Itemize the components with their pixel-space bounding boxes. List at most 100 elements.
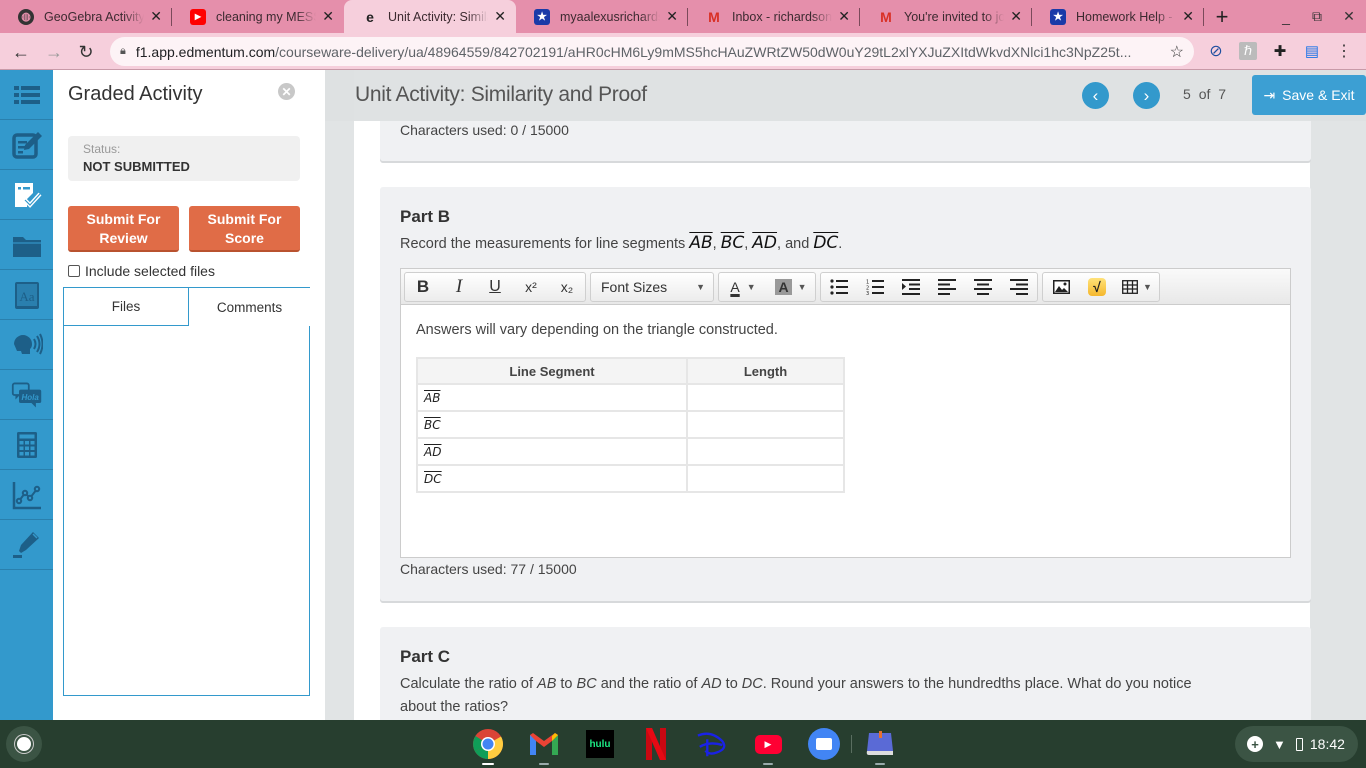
browser-tab[interactable]: ◍ GeoGebra Activity - ✕ bbox=[0, 0, 172, 33]
running-indicator bbox=[763, 763, 773, 765]
book-icon bbox=[866, 731, 893, 755]
close-tab-icon[interactable]: ✕ bbox=[150, 8, 162, 25]
launcher-button[interactable] bbox=[6, 726, 42, 762]
checkbox-icon[interactable] bbox=[68, 265, 80, 277]
segment-cell[interactable]: AB bbox=[416, 383, 688, 412]
format-group: B I U x² x₂ bbox=[404, 271, 586, 302]
rich-text-editor: B I U x² x₂ Font Sizes ▼ A ▼ A ▼ 123 √ ▼… bbox=[400, 268, 1291, 558]
bookmark-star-icon[interactable]: ☆ bbox=[1170, 42, 1184, 62]
save-and-exit-button[interactable]: ⇥ Save & Exit bbox=[1252, 75, 1366, 115]
status-tray[interactable]: + ▼ 18:42 bbox=[1235, 726, 1358, 762]
length-cell[interactable] bbox=[686, 437, 845, 466]
background-color-button[interactable]: A ▼ bbox=[767, 273, 815, 301]
star-shield-icon: ★ bbox=[1050, 8, 1066, 25]
add-circle-icon: + bbox=[1247, 736, 1263, 752]
cast-icon[interactable]: ▤ bbox=[1303, 42, 1321, 60]
align-left-button[interactable] bbox=[929, 273, 965, 301]
font-sizes-dropdown[interactable]: Font Sizes ▼ bbox=[591, 273, 713, 301]
browser-tab[interactable]: ★ myaalexusrichards ✕ bbox=[516, 0, 688, 33]
hulu-icon: hulu bbox=[586, 730, 614, 758]
table-header-row: Line Segment Length bbox=[416, 357, 845, 385]
close-window-icon[interactable]: ✕ bbox=[1332, 0, 1366, 33]
rail-files[interactable] bbox=[0, 220, 53, 270]
rail-graph[interactable] bbox=[0, 470, 53, 520]
length-cell[interactable] bbox=[686, 383, 845, 412]
rail-dictionary[interactable]: Aa bbox=[0, 270, 53, 320]
puzzle-icon[interactable]: ✚ bbox=[1271, 42, 1289, 60]
close-tab-icon[interactable]: ✕ bbox=[494, 8, 506, 25]
segment-cell[interactable]: DC bbox=[416, 464, 688, 493]
caret-down-icon: ▼ bbox=[746, 281, 756, 292]
rail-highlighter[interactable] bbox=[0, 520, 53, 570]
rail-notes[interactable] bbox=[0, 120, 53, 170]
segment-cell[interactable]: AD bbox=[416, 437, 688, 466]
numbered-list-icon: 123 bbox=[866, 279, 884, 295]
numbered-list-button[interactable]: 123 bbox=[857, 273, 893, 301]
rail-text-to-speech[interactable] bbox=[0, 320, 53, 370]
chrome-app[interactable] bbox=[472, 728, 504, 765]
indent-button[interactable] bbox=[893, 273, 929, 301]
align-center-button[interactable] bbox=[965, 273, 1001, 301]
next-page-button[interactable]: › bbox=[1133, 82, 1160, 109]
font-color-button[interactable]: A ▼ bbox=[719, 273, 767, 301]
submit-for-review-button[interactable]: Submit For Review bbox=[68, 206, 179, 252]
segment-bc: BC bbox=[720, 233, 745, 253]
length-cell[interactable] bbox=[686, 410, 845, 439]
close-tab-icon[interactable]: ✕ bbox=[838, 8, 850, 25]
url-input[interactable]: 🔒︎ f1.app.edmentum.com/courseware-delive… bbox=[110, 37, 1194, 66]
rail-graded-activity[interactable] bbox=[0, 170, 61, 220]
insert-table-button[interactable]: ▼ bbox=[1115, 273, 1159, 301]
disney-plus-app[interactable] bbox=[696, 728, 728, 760]
italic-button[interactable]: I bbox=[441, 273, 477, 301]
files-app[interactable] bbox=[808, 728, 840, 760]
browser-tab[interactable]: ▶ cleaning my MESSY ✕ bbox=[172, 0, 344, 33]
insert-equation-button[interactable]: √ bbox=[1079, 273, 1115, 301]
rail-calculator[interactable] bbox=[0, 420, 53, 470]
close-tab-icon[interactable]: ✕ bbox=[1182, 8, 1194, 25]
gmail-app[interactable] bbox=[528, 728, 560, 765]
caret-down-icon: ▼ bbox=[696, 281, 705, 292]
segment-cell[interactable]: BC bbox=[416, 410, 688, 439]
close-tab-icon[interactable]: ✕ bbox=[322, 8, 334, 25]
restore-icon[interactable]: ⧉ bbox=[1300, 0, 1334, 33]
forward-arrow-icon[interactable]: → bbox=[43, 41, 65, 63]
close-tab-icon[interactable]: ✕ bbox=[666, 8, 678, 25]
close-tab-icon[interactable]: ✕ bbox=[1010, 8, 1022, 25]
calculator-icon bbox=[16, 431, 37, 458]
globe-icon: ◍ bbox=[18, 8, 34, 25]
tab-comments[interactable]: Comments bbox=[189, 288, 310, 326]
netflix-app[interactable] bbox=[640, 728, 672, 760]
image-icon bbox=[1052, 279, 1070, 294]
underline-button[interactable]: U bbox=[477, 273, 513, 301]
bullet-list-button[interactable] bbox=[821, 273, 857, 301]
editor-content[interactable]: Answers will vary depending on the trian… bbox=[401, 305, 1290, 510]
reload-icon[interactable]: ↻ bbox=[75, 41, 97, 63]
rail-translate[interactable]: Hola bbox=[0, 370, 53, 420]
length-cell[interactable] bbox=[686, 464, 845, 493]
close-panel-icon[interactable]: ✕ bbox=[278, 83, 295, 100]
browser-tab-active[interactable]: e Unit Activity: Similarity ✕ bbox=[344, 0, 516, 33]
subscript-button[interactable]: x₂ bbox=[549, 273, 585, 301]
back-arrow-icon[interactable]: ← bbox=[10, 41, 32, 63]
comments-area[interactable] bbox=[64, 326, 309, 695]
new-tab-button[interactable]: + bbox=[1204, 0, 1240, 33]
superscript-button[interactable]: x² bbox=[513, 273, 549, 301]
previous-page-button[interactable]: ‹ bbox=[1082, 82, 1109, 109]
minimize-icon[interactable]: _ bbox=[1269, 0, 1303, 33]
menu-kebab-icon[interactable]: ⋮ bbox=[1335, 42, 1353, 60]
rail-table-of-contents[interactable] bbox=[0, 70, 53, 120]
submit-for-score-button[interactable]: Submit For Score bbox=[189, 206, 300, 252]
browser-tab[interactable]: ★ Homework Help - Q ✕ bbox=[1032, 0, 1204, 33]
extension-icon[interactable]: ℏ bbox=[1239, 42, 1257, 60]
hulu-app[interactable]: hulu bbox=[584, 728, 616, 760]
youtube-app[interactable]: ▶ bbox=[752, 728, 784, 765]
insert-image-button[interactable] bbox=[1043, 273, 1079, 301]
browser-tab[interactable]: M Inbox - richardsonm ✕ bbox=[688, 0, 860, 33]
align-right-button[interactable] bbox=[1001, 273, 1037, 301]
browser-tab[interactable]: M You're invited to join ✕ bbox=[860, 0, 1032, 33]
bold-button[interactable]: B bbox=[405, 273, 441, 301]
include-selected-files-checkbox[interactable]: Include selected files bbox=[68, 263, 215, 279]
bookmark-app[interactable] bbox=[864, 728, 896, 765]
tab-files[interactable]: Files bbox=[64, 288, 189, 326]
block-extension-icon[interactable]: ⊘ bbox=[1207, 42, 1225, 60]
